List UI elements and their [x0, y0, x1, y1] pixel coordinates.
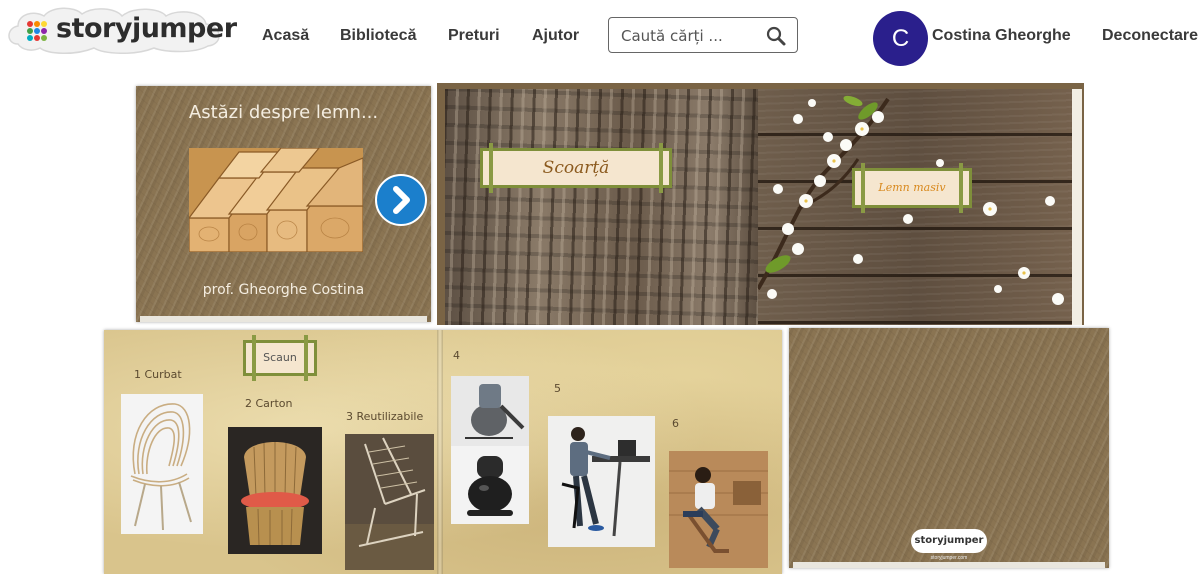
- search-box: [608, 17, 798, 53]
- caption-5: 5: [554, 382, 561, 395]
- cover-title: Astăzi despre lemn...: [188, 102, 379, 123]
- standing-desk-photo: [548, 416, 655, 547]
- next-page-button[interactable]: [375, 174, 427, 226]
- sign-solid-wood: Lemn masiv: [852, 163, 972, 213]
- search-input[interactable]: [619, 25, 763, 47]
- storyjumper-logo[interactable]: storyjumper: [4, 4, 237, 56]
- nav-home[interactable]: Acasă: [262, 27, 309, 45]
- curved-chair-photo: [121, 394, 203, 534]
- cover-author: prof. Gheorghe Costina: [202, 282, 365, 298]
- logout-link[interactable]: Deconectare: [1102, 27, 1198, 45]
- caption-1: 1 Curbat: [134, 368, 182, 381]
- lumber-image: [189, 148, 363, 252]
- cover-page-edge: [140, 316, 427, 322]
- search-icon[interactable]: [765, 25, 787, 47]
- back-cover-logo: storyjumper: [911, 529, 987, 553]
- cardboard-chair-photo: [228, 427, 322, 554]
- nav-help[interactable]: Ajutor: [532, 27, 579, 45]
- caption-3: 3 Reutilizabile: [346, 410, 424, 423]
- back-cover-url: storyjumper.com: [930, 555, 968, 561]
- page-edge: [1072, 89, 1082, 325]
- kneeling-chair-photo: [669, 451, 768, 568]
- sign-bark: Scoarță: [480, 143, 672, 193]
- caption-2: 2 Carton: [245, 397, 293, 410]
- back-cover-page-edge: [793, 562, 1105, 568]
- avatar[interactable]: C: [873, 11, 928, 66]
- storyjumper-logo-icon: [27, 21, 47, 41]
- nav-pricing[interactable]: Preturi: [448, 27, 500, 45]
- chevron-right-icon: [393, 186, 410, 214]
- ball-chair-photo-1: [451, 376, 529, 446]
- nav-library[interactable]: Bibliotecă: [340, 27, 416, 45]
- user-name-link[interactable]: Costina Gheorghe: [932, 27, 1071, 45]
- sign-chair: Scaun: [243, 335, 317, 381]
- caption-6: 6: [672, 417, 679, 430]
- ball-chair-photo-2: [451, 446, 529, 524]
- reusable-chair-photo: [345, 434, 434, 570]
- book-spine: [437, 330, 443, 574]
- logo-text: storyjumper: [56, 13, 237, 44]
- caption-4: 4: [453, 349, 460, 362]
- bark-page: [445, 89, 758, 325]
